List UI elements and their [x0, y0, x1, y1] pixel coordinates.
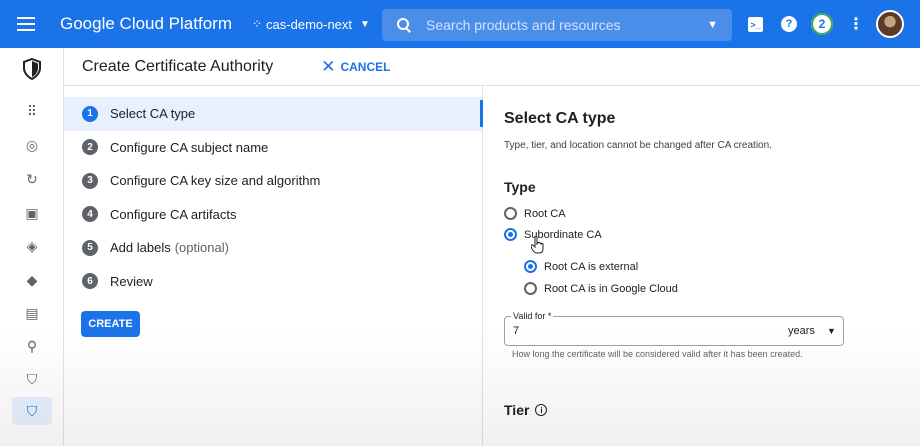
keyhole-shield-icon[interactable]: ⛉	[12, 397, 52, 425]
type-heading: Type	[504, 179, 536, 195]
step-select-ca-type[interactable]: 1 Select CA type	[64, 97, 482, 131]
create-button[interactable]: CREATE	[81, 311, 140, 337]
project-name: cas-demo-next	[266, 16, 353, 32]
step-number: 6	[82, 273, 98, 290]
avatar[interactable]	[876, 10, 904, 38]
cancel-button[interactable]: ✕ CANCEL	[321, 57, 390, 77]
key-search-icon[interactable]: ⚲	[22, 336, 42, 356]
panel-description: Type, tier, and location cannot be chang…	[504, 140, 772, 151]
step-label: Configure CA subject name	[110, 139, 269, 155]
step-configure-key[interactable]: 3 Configure CA key size and algorithm	[64, 164, 482, 198]
panel-title: Select CA type	[504, 110, 616, 127]
step-number: 1	[82, 105, 98, 122]
step-label: Select CA type	[110, 106, 196, 122]
step-number: 3	[82, 172, 98, 189]
cancel-label: CANCEL	[340, 59, 391, 74]
radio-root-google-cloud[interactable]: Root CA is in Google Cloud	[524, 282, 678, 295]
step-number: 2	[82, 139, 98, 156]
more-options-icon[interactable]: ⋮	[847, 15, 865, 33]
notifications-badge[interactable]: 2	[811, 13, 833, 35]
step-label: Configure CA artifacts	[110, 206, 237, 222]
cloud-shell-icon[interactable]: >_	[748, 17, 763, 32]
security-shield-icon[interactable]	[22, 58, 42, 80]
tier-heading: Tier	[504, 402, 530, 418]
search-input[interactable]: Search products and resources	[426, 17, 707, 33]
chevron-down-icon[interactable]: ▼	[827, 326, 836, 336]
step-label: Review	[110, 273, 153, 289]
step-optional-tag: (optional)	[174, 240, 229, 256]
brand-title[interactable]: Google Cloud Platform	[60, 14, 232, 34]
radio-label: Root CA is in Google Cloud	[544, 282, 678, 295]
project-dots-icon: ⁘	[251, 17, 262, 31]
dashboard-grid-icon[interactable]: ⠿	[22, 101, 42, 121]
chevron-down-icon: ▼	[360, 18, 370, 30]
target-icon[interactable]: ◎	[22, 135, 42, 155]
search-expand-icon[interactable]: ▼	[707, 19, 718, 31]
close-icon: ✕	[321, 56, 336, 76]
step-label: Add labels	[110, 240, 171, 256]
certificate-icon[interactable]: ▤	[22, 303, 42, 323]
step-review[interactable]: 6 Review	[64, 265, 482, 299]
diamond-nodes-icon[interactable]: ◈	[22, 236, 42, 256]
radio-subordinate-ca[interactable]: Subordinate CA	[504, 228, 602, 241]
step-label: Configure CA key size and algorithm	[110, 173, 321, 189]
radio-root-ca[interactable]: Root CA	[504, 207, 566, 220]
panel-divider	[482, 86, 483, 446]
refresh-icon[interactable]: ↻	[22, 169, 42, 189]
search-icon	[396, 17, 412, 33]
valid-for-field[interactable]: Valid for * 7 years ▼	[504, 311, 844, 346]
chip-icon[interactable]: ▣	[22, 203, 42, 223]
hand-cursor-icon	[531, 236, 544, 254]
left-nav-rail: ⠿ ◎ ↻ ▣ ◈ ◆ ▤ ⚲ ⛉ ⛉	[0, 48, 64, 446]
valid-for-input[interactable]: 7	[513, 325, 519, 337]
valid-for-hint: How long the certificate will be conside…	[512, 349, 803, 359]
radio-label: Root CA is external	[544, 260, 639, 273]
valid-for-label: Valid for *	[511, 311, 554, 321]
info-icon[interactable]: i	[535, 404, 548, 416]
page-header: Create Certificate Authority ✕ CANCEL	[64, 48, 920, 86]
radio-circle	[504, 228, 517, 241]
menu-icon[interactable]	[0, 0, 52, 48]
radio-root-external[interactable]: Root CA is external	[524, 260, 638, 273]
help-icon[interactable]: ?	[781, 16, 797, 32]
search-bar[interactable]: Search products and resources ▼	[382, 9, 732, 41]
step-number: 5	[82, 239, 98, 256]
step-number: 4	[82, 206, 98, 223]
layers-icon[interactable]: ◆	[22, 270, 42, 290]
step-configure-subject[interactable]: 2 Configure CA subject name	[64, 131, 482, 165]
radio-label: Root CA	[524, 207, 566, 220]
page-title: Create Certificate Authority	[82, 57, 274, 75]
project-selector[interactable]: ⁘ cas-demo-next ▼	[252, 17, 370, 32]
radio-circle	[524, 260, 537, 273]
step-configure-artifacts[interactable]: 4 Configure CA artifacts	[64, 198, 482, 232]
stepper: 1 Select CA type 2 Configure CA subject …	[64, 97, 482, 298]
step-add-labels[interactable]: 5 Add labels (optional)	[64, 231, 482, 265]
tier-heading-row: Tier i	[504, 402, 548, 418]
radio-circle	[504, 207, 517, 220]
radio-circle	[524, 282, 537, 295]
valid-for-unit-select[interactable]: years	[788, 325, 815, 337]
shield-check-icon[interactable]: ⛉	[22, 369, 42, 389]
active-step-indicator	[480, 100, 483, 127]
